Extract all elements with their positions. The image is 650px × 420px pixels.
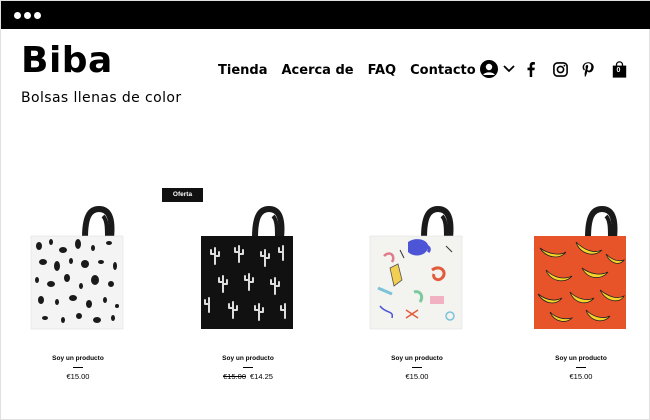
product-price: €15.00 (23, 372, 133, 381)
divider (576, 367, 586, 368)
divider (243, 367, 253, 368)
product-image[interactable] (362, 206, 472, 331)
product-image[interactable] (526, 206, 636, 331)
product-price: €15.00 €14.25 (193, 372, 303, 381)
chevron-down-icon[interactable] (502, 59, 516, 79)
site-tagline: Bolsas llenas de color (21, 90, 182, 106)
product-image[interactable] (23, 206, 133, 331)
nav-item-contacto[interactable]: Contacto (410, 63, 476, 78)
header-icons: 0 (479, 59, 627, 79)
page-frame: Biba Bolsas llenas de color Tienda Acerc… (0, 0, 650, 420)
facebook-icon[interactable] (525, 59, 537, 79)
product-card[interactable]: Soy un producto €15.00 (362, 206, 472, 381)
product-image[interactable] (193, 206, 303, 331)
window-dot (24, 12, 31, 19)
product-name[interactable]: Soy un producto (23, 355, 133, 362)
nav-item-tienda[interactable]: Tienda (218, 63, 267, 78)
pinterest-icon[interactable] (581, 59, 595, 79)
product-name[interactable]: Soy un producto (193, 355, 303, 362)
window-dots (14, 12, 41, 19)
product-price: €15.00 (362, 372, 472, 381)
instagram-icon[interactable] (552, 59, 568, 79)
cart-count: 0 (616, 67, 621, 74)
product-name[interactable]: Soy un producto (526, 355, 636, 362)
product-card[interactable]: Soy un producto €15.00 (526, 206, 636, 381)
main-nav: Tienda Acerca de FAQ Contacto (218, 63, 490, 78)
window-dot (14, 12, 21, 19)
sale-badge: Oferta (162, 188, 203, 202)
sale-price: €14.25 (250, 372, 273, 381)
divider (412, 367, 422, 368)
nav-item-acerca-de[interactable]: Acerca de (281, 63, 353, 78)
nav-item-faq[interactable]: FAQ (368, 63, 397, 78)
product-name[interactable]: Soy un producto (362, 355, 472, 362)
divider (73, 367, 83, 368)
window-dot (34, 12, 41, 19)
shopping-bag-icon[interactable]: 0 (611, 59, 627, 79)
site-logo[interactable]: Biba (21, 41, 113, 81)
window-title-bar (1, 1, 650, 29)
current-price: €15.00 (405, 372, 429, 381)
product-price: €15.00 (526, 372, 636, 381)
user-icon[interactable] (479, 59, 499, 79)
current-price: €15.00 (569, 372, 593, 381)
original-price: €15.00 (223, 372, 246, 381)
product-card[interactable]: Soy un producto €15.00 €14.25 (193, 206, 303, 381)
current-price: €15.00 (66, 372, 90, 381)
product-card[interactable]: Soy un producto €15.00 (23, 206, 133, 381)
